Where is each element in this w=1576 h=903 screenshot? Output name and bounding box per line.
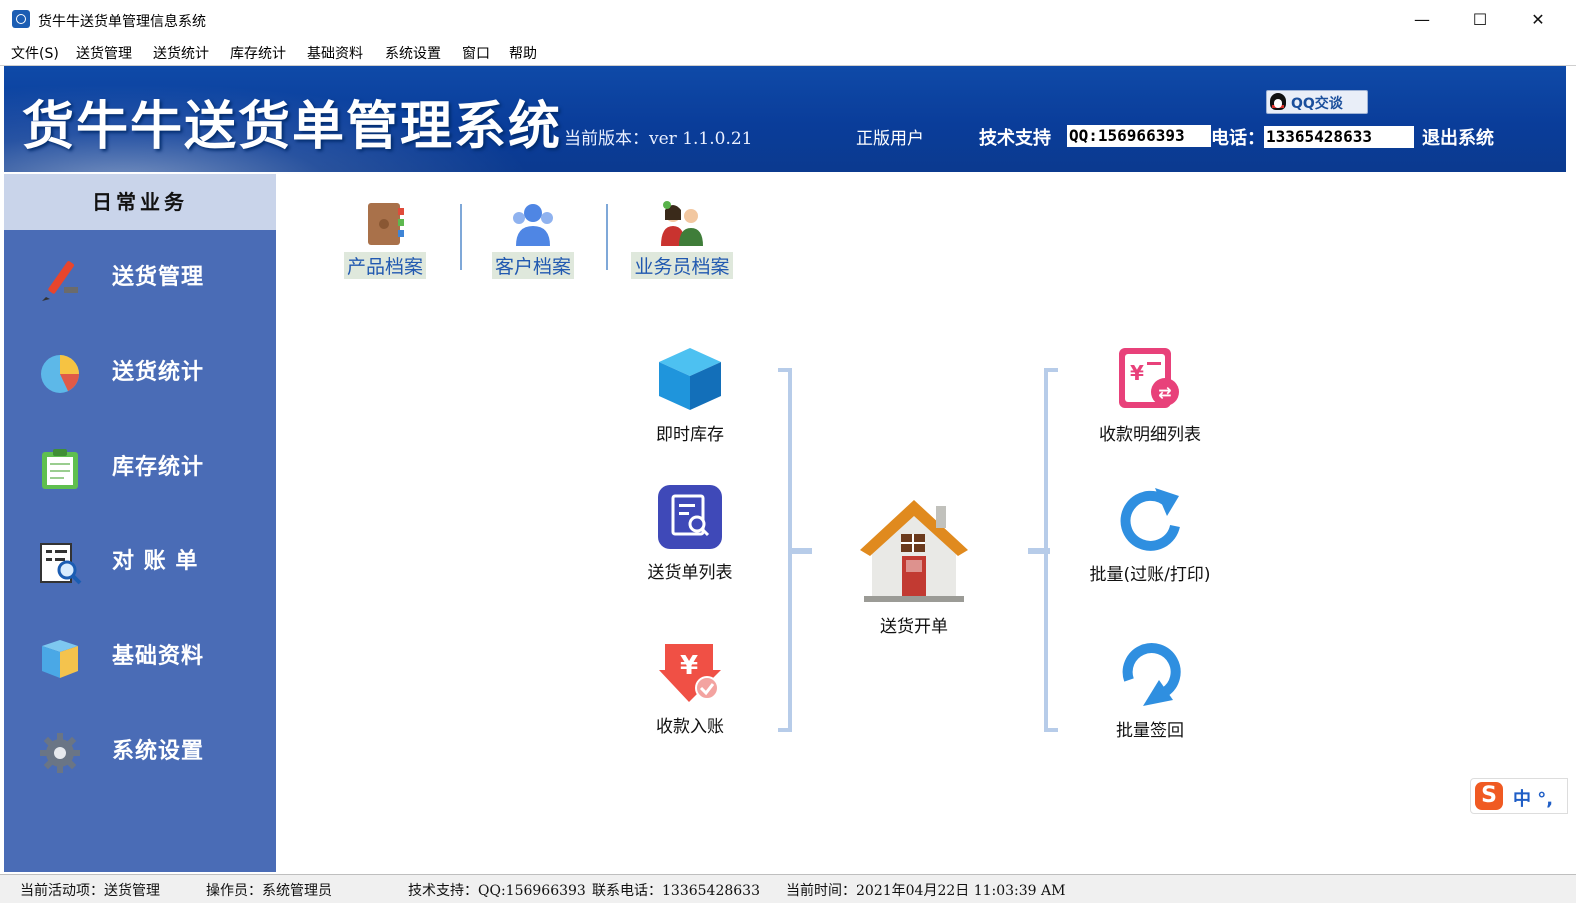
sidebar-item-inventory-stats[interactable]: 库存统计 <box>4 427 276 507</box>
menu-delivery-management[interactable]: 送货管理 <box>76 43 132 63</box>
salesman-icon <box>661 201 703 246</box>
document-list-icon <box>658 485 722 549</box>
menu-bar: 文件(S) 送货管理 送货统计 库存统计 基础资料 系统设置 窗口 帮助 <box>0 40 1576 66</box>
menu-file[interactable]: 文件(S) <box>11 43 59 63</box>
ime-toolbar[interactable]: S 中 °, <box>1470 778 1568 814</box>
logout-button[interactable]: 退出系统 <box>1422 124 1494 150</box>
sogou-ime-icon: S <box>1475 782 1503 810</box>
delivery-list-button[interactable]: 送货单列表 <box>620 482 760 583</box>
menu-help[interactable]: 帮助 <box>509 43 537 63</box>
clipboard-icon <box>42 449 78 489</box>
sidebar: 日常业务 送货管理 送货统计 库存统计 对 账 单 基础资料 系统设置 <box>4 174 276 872</box>
tile-separator <box>606 204 608 270</box>
status-support: 技术支持：QQ:156966393 <box>408 883 586 899</box>
status-phone: 联系电话：13365428633 <box>592 883 760 899</box>
support-phone-field: 13365428633 <box>1264 126 1414 148</box>
maximize-button[interactable]: ☐ <box>1452 0 1508 40</box>
version-label: 当前版本：ver 1.1.0.21 <box>564 129 753 149</box>
sidebar-item-delivery-management[interactable]: 送货管理 <box>4 237 276 317</box>
tile-separator <box>460 204 462 270</box>
batch-post-print-button[interactable]: 批量(过账/打印) <box>1080 482 1220 585</box>
gear-icon <box>40 733 80 773</box>
svg-text:¥: ¥ <box>1130 361 1144 385</box>
create-delivery-button[interactable]: 送货开单 <box>844 492 984 637</box>
payment-detail-list-button[interactable]: ¥ ⇄ 收款明细列表 <box>1080 344 1220 445</box>
menu-basic-data[interactable]: 基础资料 <box>307 43 363 63</box>
window-title: 货牛牛送货单管理信息系统 <box>38 14 206 30</box>
title-bar: 货牛牛送货单管理信息系统 — ☐ ✕ <box>0 0 1576 40</box>
customers-icon <box>513 204 553 246</box>
sidebar-item-statement[interactable]: 对 账 单 <box>4 521 276 601</box>
product-archive-button[interactable]: 产品档案 <box>338 200 432 279</box>
sidebar-item-delivery-stats[interactable]: 送货统计 <box>4 332 276 412</box>
sidebar-item-label: 库存统计 <box>112 454 205 480</box>
ime-mode-label: 中 °, <box>1513 789 1554 810</box>
sidebar-item-basic-data[interactable]: 基础资料 <box>4 616 276 696</box>
license-label: 正版用户 <box>856 129 924 149</box>
status-time: 当前时间：2021年04月22日 11:03:39 AM <box>786 883 1066 899</box>
function-label: 批量(过账/打印) <box>1089 565 1211 585</box>
function-label: 即时库存 <box>656 425 724 445</box>
status-bar: 当前活动项：送货管理 操作员：系统管理员 技术支持：QQ:156966393 联… <box>0 874 1576 903</box>
box-icon <box>42 640 78 678</box>
statement-search-icon <box>40 543 82 585</box>
customer-archive-button[interactable]: 客户档案 <box>486 200 580 279</box>
sidebar-item-label: 送货管理 <box>112 264 205 290</box>
minimize-button[interactable]: — <box>1394 0 1450 40</box>
sidebar-item-system-settings[interactable]: 系统设置 <box>4 711 276 791</box>
sidebar-item-label: 系统设置 <box>112 738 205 764</box>
left-connector-line <box>790 548 812 554</box>
menu-window[interactable]: 窗口 <box>462 43 490 63</box>
sidebar-item-label: 对 账 单 <box>112 548 199 574</box>
payment-receipt-button[interactable]: ¥ 收款入账 <box>620 640 760 737</box>
cube-icon <box>659 348 721 410</box>
function-label: 送货单列表 <box>647 563 733 583</box>
status-operator: 操作员：系统管理员 <box>206 883 332 899</box>
function-label: 送货开单 <box>880 617 948 637</box>
menu-delivery-stats[interactable]: 送货统计 <box>153 43 209 63</box>
batch-signback-button[interactable]: 批量签回 <box>1080 640 1220 741</box>
system-title: 货牛牛送货单管理系统 <box>22 96 563 157</box>
support-qq-field: QQ:156966393 <box>1067 125 1211 147</box>
close-button[interactable]: ✕ <box>1510 0 1566 40</box>
payment-detail-icon: ¥ ⇄ <box>1119 348 1179 408</box>
function-label: 收款明细列表 <box>1099 425 1201 445</box>
tile-label: 产品档案 <box>343 252 426 279</box>
sidebar-header: 日常业务 <box>4 174 276 230</box>
tile-label: 业务员档案 <box>631 252 733 279</box>
sidebar-item-label: 送货统计 <box>112 359 205 385</box>
pie-chart-icon <box>41 355 79 393</box>
payment-in-icon: ¥ <box>659 644 721 702</box>
main-content: 产品档案 客户档案 业务员档案 即时库存 送货单列表 ¥ 收款入账 送货开单 ¥… <box>276 174 1566 872</box>
function-label: 批量签回 <box>1116 721 1184 741</box>
menu-system-settings[interactable]: 系统设置 <box>385 43 441 63</box>
refresh-arrow-icon <box>1120 488 1180 551</box>
qq-chat-label: QQ交谈 <box>1291 96 1343 112</box>
tile-label: 客户档案 <box>491 252 574 279</box>
qq-chat-button[interactable]: QQ交谈 <box>1266 90 1368 114</box>
product-book-icon <box>368 203 404 245</box>
right-bracket-connector <box>1044 368 1058 732</box>
support-label: 技术支持 <box>979 128 1051 149</box>
header-banner: 货牛牛送货单管理系统 当前版本：ver 1.1.0.21 正版用户 技术支持 Q… <box>4 66 1566 172</box>
menu-inventory-stats[interactable]: 库存统计 <box>230 43 286 63</box>
status-active-item: 当前活动项：送货管理 <box>20 883 160 899</box>
phone-label: 电话： <box>1211 128 1265 149</box>
instant-inventory-button[interactable]: 即时库存 <box>620 344 760 445</box>
return-arrow-icon <box>1122 643 1181 706</box>
svg-text:¥: ¥ <box>680 651 698 681</box>
qq-penguin-icon <box>1270 93 1286 110</box>
sidebar-item-label: 基础资料 <box>112 643 205 669</box>
svg-text:⇄: ⇄ <box>1158 383 1171 402</box>
function-label: 收款入账 <box>656 717 724 737</box>
app-icon <box>12 10 30 28</box>
salesman-archive-button[interactable]: 业务员档案 <box>630 200 734 279</box>
pen-icon <box>42 261 78 301</box>
house-icon <box>860 500 968 602</box>
